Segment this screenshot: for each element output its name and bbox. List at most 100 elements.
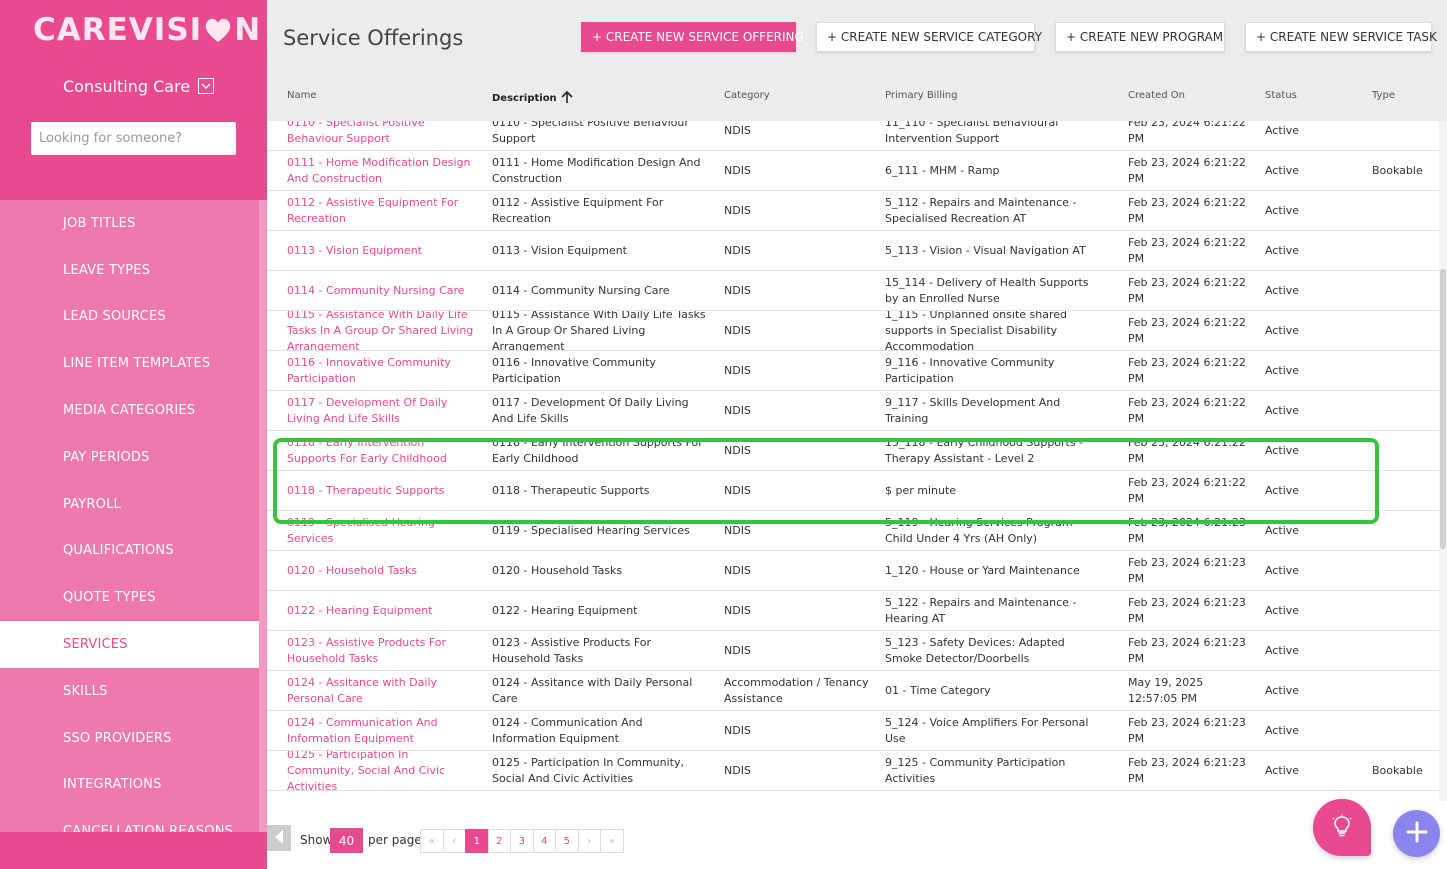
sidebar-item-skills[interactable]: SKILLS [0, 668, 259, 715]
feedback-fab-button[interactable] [1313, 799, 1371, 856]
sidebar-item-line-item-templates[interactable]: LINE ITEM TEMPLATES [0, 340, 259, 387]
org-selector[interactable]: Consulting Care [63, 74, 215, 98]
page-button-2[interactable]: 2 [487, 829, 511, 853]
service-category: NDIS [724, 564, 751, 577]
add-fab-button[interactable] [1393, 810, 1440, 857]
service-name-link[interactable]: 0117 - Development Of Daily Living And L… [287, 391, 477, 431]
service-name-link[interactable]: 0119 - Specialised Hearing Services [287, 511, 477, 551]
table-row[interactable]: 0118 - Early Intervention Supports For E… [267, 431, 1439, 471]
collapse-sidebar-button[interactable] [267, 825, 291, 851]
sidebar-item-services[interactable]: SERVICES [0, 621, 259, 668]
page-button-4[interactable]: 4 [532, 829, 556, 853]
per-page-select[interactable]: 40 [330, 828, 363, 853]
pagination-bar: Show 40 per page « ‹ 1 2 3 4 5 › » [267, 801, 1447, 869]
sidebar: CAREVISI N Consulting Care JOB TITLES LE… [0, 0, 267, 869]
service-name-link[interactable]: 0124 - Communication And Information Equ… [287, 711, 477, 751]
sidebar-item-integrations[interactable]: INTEGRATIONS [0, 762, 259, 809]
service-primary-billing: 15_118 - Early Childhood Supports - Ther… [885, 436, 1084, 465]
create-service-offering-button[interactable]: + CREATE NEW SERVICE OFFERING [581, 22, 804, 52]
sidebar-search-input[interactable] [31, 122, 236, 155]
service-created-on: Feb 23, 2024 6:21:22 PM [1128, 436, 1246, 465]
column-header-category[interactable]: Category [724, 90, 770, 101]
service-name-link[interactable]: 0110 - Specialist Positive Behaviour Sup… [287, 121, 477, 151]
sidebar-item-qualifications[interactable]: QUALIFICATIONS [0, 528, 259, 575]
service-name-link[interactable]: 0124 - Assitance with Daily Personal Car… [287, 671, 477, 711]
sidebar-item-lead-sources[interactable]: LEAD SOURCES [0, 294, 259, 341]
sidebar-item-payroll[interactable]: PAYROLL [0, 481, 259, 528]
table-row[interactable]: 0124 - Assitance with Daily Personal Car… [267, 671, 1439, 711]
service-description: 0124 - Assitance with Daily Personal Car… [492, 676, 693, 705]
table-row[interactable]: 0112 - Assistive Equipment For Recreatio… [267, 191, 1439, 231]
service-status: Active [1265, 364, 1300, 377]
service-created-on: Feb 23, 2024 6:21:22 PM [1128, 316, 1246, 345]
column-header-created-on[interactable]: Created On [1128, 90, 1185, 101]
first-page-button[interactable]: « [420, 829, 444, 853]
table-row[interactable]: 0118 - Therapeutic Supports 0118 - Therap… [267, 471, 1439, 511]
sidebar-item-media-categories[interactable]: MEDIA CATEGORIES [0, 387, 259, 434]
service-name-link[interactable]: 0125 - Participation In Community, Socia… [287, 751, 477, 791]
table-row[interactable]: 0123 - Assistive Products For Household … [267, 631, 1439, 671]
column-header-name[interactable]: Name [287, 90, 317, 101]
last-page-button[interactable]: » [600, 829, 624, 853]
service-name-link[interactable]: 0118 - Therapeutic Supports [287, 471, 477, 511]
table-row[interactable]: 0114 - Community Nursing Care 0114 - Comm… [267, 271, 1439, 311]
service-created-on: Feb 23, 2024 6:21:22 PM [1128, 236, 1246, 265]
table-row[interactable]: 0122 - Hearing Equipment 0122 - Hearing E… [267, 591, 1439, 631]
service-name-link[interactable]: 0122 - Hearing Equipment [287, 591, 477, 631]
service-name-link[interactable]: 0113 - Vision Equipment [287, 231, 477, 271]
service-name-link[interactable]: 0118 - Early Intervention Supports For E… [287, 431, 477, 471]
service-type [1372, 271, 1439, 311]
page-button-3[interactable]: 3 [510, 829, 534, 853]
service-description: 0110 - Specialist Positive Behaviour Sup… [492, 121, 689, 145]
service-primary-billing: 5_123 - Safety Devices: Adapted Smoke De… [885, 636, 1065, 665]
column-header-status[interactable]: Status [1265, 90, 1297, 101]
sidebar-item-leave-types[interactable]: LEAVE TYPES [0, 247, 259, 294]
table-row[interactable]: 0119 - Specialised Hearing Services 0119 … [267, 511, 1439, 551]
service-name-link[interactable]: 0114 - Community Nursing Care [287, 271, 477, 311]
page-button-5[interactable]: 5 [555, 829, 579, 853]
column-header-type[interactable]: Type [1372, 90, 1395, 101]
table-row[interactable]: 0124 - Communication And Information Equ… [267, 711, 1439, 751]
next-page-button[interactable]: › [577, 829, 601, 853]
table-row[interactable]: 0111 - Home Modification Design And Cons… [267, 151, 1439, 191]
sidebar-item-sso-providers[interactable]: SSO PROVIDERS [0, 715, 259, 762]
table-row[interactable]: 0110 - Specialist Positive Behaviour Sup… [267, 121, 1439, 151]
service-type [1372, 121, 1439, 151]
service-type [1372, 431, 1439, 471]
column-header-primary-billing[interactable]: Primary Billing [885, 90, 957, 101]
table-row[interactable]: 0116 - Innovative Community Participatio… [267, 351, 1439, 391]
sidebar-scrollbar[interactable] [259, 200, 267, 832]
service-created-on: Feb 23, 2024 6:21:22 PM [1128, 156, 1246, 185]
table-row[interactable]: 0117 - Development Of Daily Living And L… [267, 391, 1439, 431]
table-row[interactable]: 0115 - Assistance With Daily Life Tasks … [267, 311, 1439, 351]
service-category: NDIS [724, 204, 751, 217]
sidebar-item-job-titles[interactable]: JOB TITLES [0, 200, 259, 247]
sidebar-item-cancellation-reasons[interactable]: CANCELLATION REASONS [0, 808, 259, 832]
service-name-link[interactable]: 0111 - Home Modification Design And Cons… [287, 151, 477, 191]
table-row[interactable]: 0120 - Household Tasks 0120 - Household T… [267, 551, 1439, 591]
service-description: 0123 - Assistive Products For Household … [492, 636, 652, 665]
table-row[interactable]: 0125 - Participation In Community, Socia… [267, 751, 1439, 791]
sidebar-item-pay-periods[interactable]: PAY PERIODS [0, 434, 259, 481]
prev-page-button[interactable]: ‹ [442, 829, 466, 853]
carevision-logo[interactable]: CAREVISI N [33, 10, 261, 50]
service-description: 0114 - Community Nursing Care [492, 284, 670, 297]
create-program-button[interactable]: + CREATE NEW PROGRAM [1055, 22, 1225, 52]
service-description: 0116 - Innovative Community Participatio… [492, 356, 656, 385]
sidebar-nav: JOB TITLES LEAVE TYPES LEAD SOURCES LINE… [0, 200, 259, 832]
table-scrollbar[interactable] [1439, 121, 1447, 801]
create-service-category-button[interactable]: + CREATE NEW SERVICE CATEGORY [816, 22, 1042, 52]
service-status: Active [1265, 284, 1300, 297]
table-scrollbar-thumb[interactable] [1440, 269, 1446, 549]
page-button-1[interactable]: 1 [465, 829, 489, 853]
column-header-description[interactable]: Description [492, 90, 574, 107]
create-service-task-button[interactable]: + CREATE NEW SERVICE TASK [1245, 22, 1437, 52]
service-name-link[interactable]: 0115 - Assistance With Daily Life Tasks … [287, 311, 477, 351]
service-name-link[interactable]: 0120 - Household Tasks [287, 551, 477, 591]
service-name-link[interactable]: 0116 - Innovative Community Participatio… [287, 351, 477, 391]
sidebar-item-quote-types[interactable]: QUOTE TYPES [0, 574, 259, 621]
service-name-link[interactable]: 0112 - Assistive Equipment For Recreatio… [287, 191, 477, 231]
service-description: 0120 - Household Tasks [492, 564, 623, 577]
service-name-link[interactable]: 0123 - Assistive Products For Household … [287, 631, 477, 671]
table-row[interactable]: 0113 - Vision Equipment 0113 - Vision Equ… [267, 231, 1439, 271]
